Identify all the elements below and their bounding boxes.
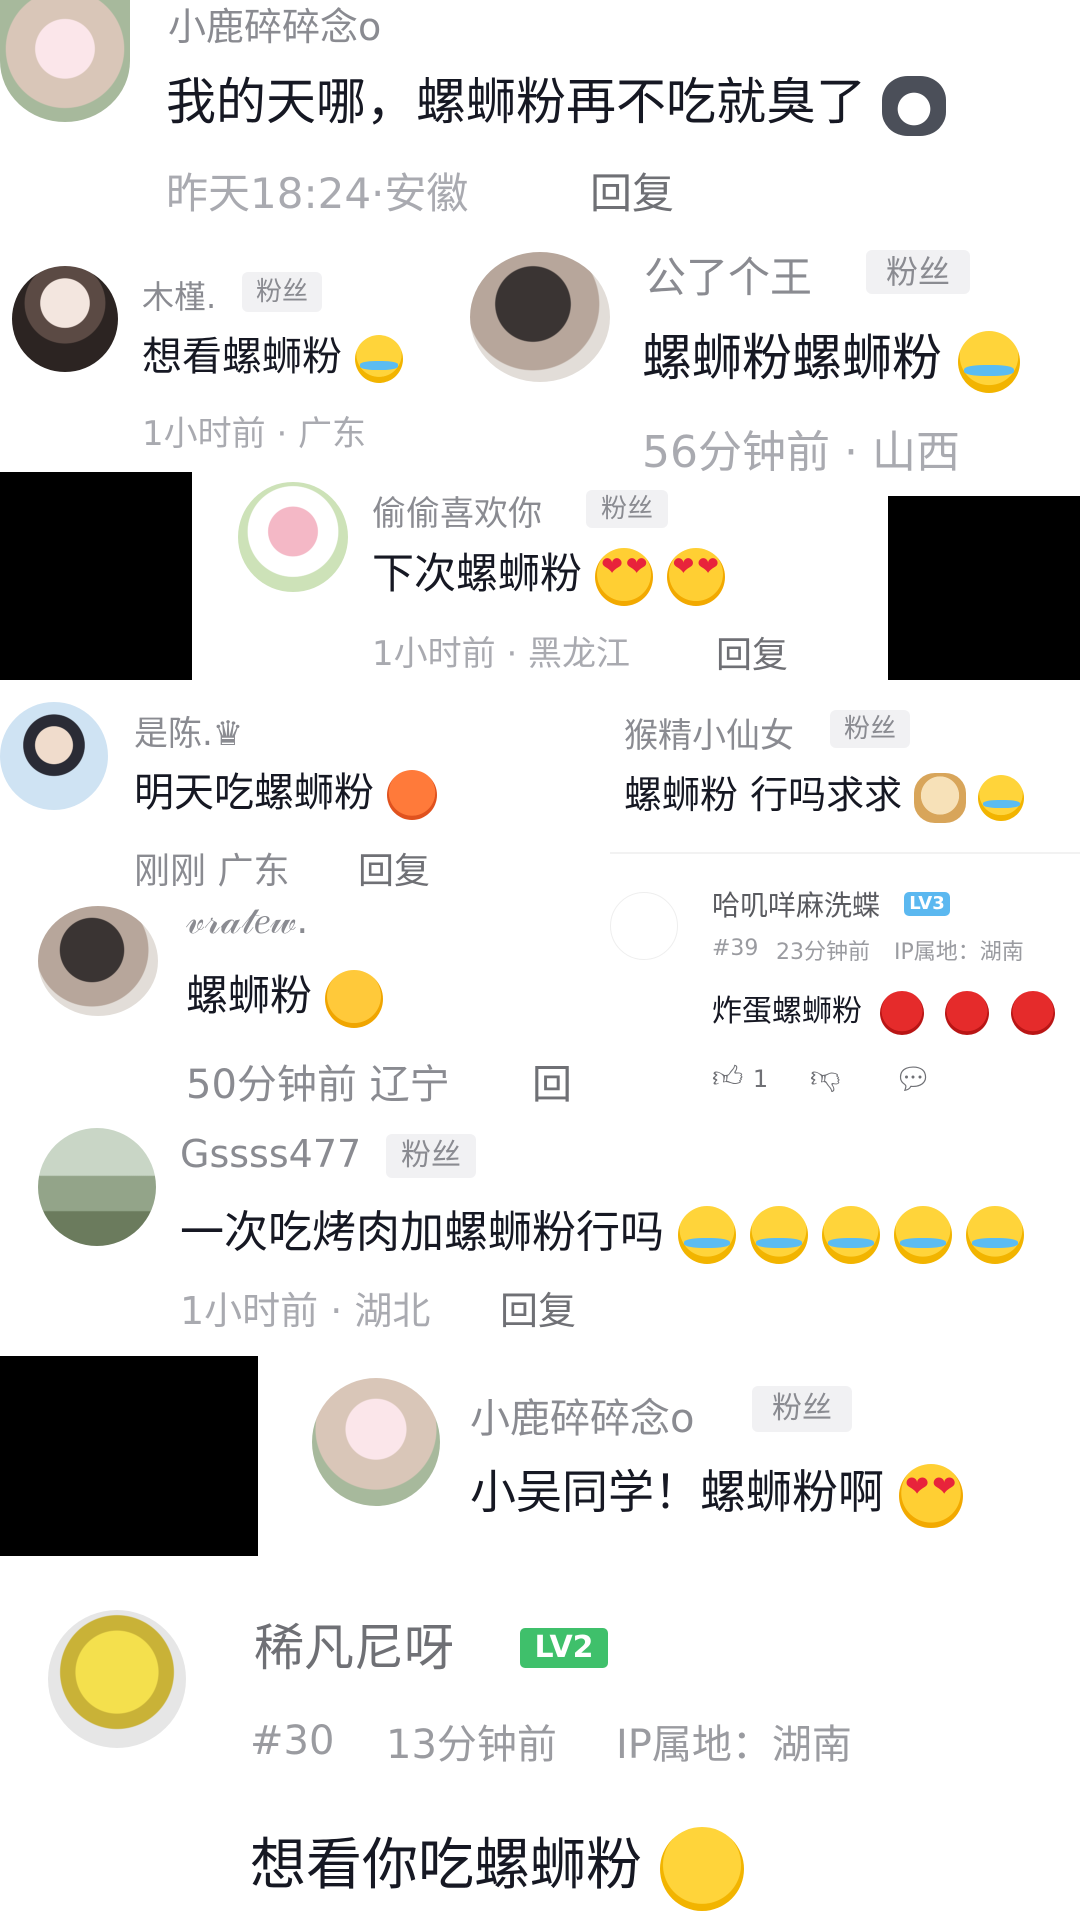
- comment-text: 螺蛳粉螺蛳粉: [642, 318, 1020, 393]
- avatar[interactable]: [610, 892, 678, 960]
- username[interactable]: 公了个王: [644, 244, 812, 305]
- floor-number: #39: [712, 936, 759, 961]
- timestamp: 1小时前 · 黑龙江: [372, 634, 631, 674]
- redaction-block: [0, 472, 192, 680]
- comment-text-content: 明天吃螺蛳粉: [134, 770, 374, 816]
- fan-badge: 粉丝: [586, 490, 668, 528]
- heart-eyes-emoji-icon: [666, 547, 725, 606]
- username[interactable]: 是陈.♛: [134, 706, 243, 755]
- coughing-emoji-icon: [325, 969, 384, 1028]
- avatar[interactable]: [38, 906, 158, 1016]
- avatar[interactable]: [48, 1610, 186, 1748]
- username[interactable]: 猴精小仙女: [624, 708, 794, 757]
- username[interactable]: Gssss477: [180, 1132, 361, 1176]
- timestamp: 56分钟前 · 山西: [642, 427, 960, 478]
- fan-badge: 粉丝: [752, 1386, 852, 1432]
- level-badge: LV2: [520, 1628, 608, 1668]
- username[interactable]: 𝓋𝓇𝒶𝓉𝑒𝓌.: [186, 898, 308, 943]
- comment-text: 炸蛋螺蛳粉: [712, 986, 1055, 1035]
- username[interactable]: 小鹿碎碎念o: [470, 1386, 694, 1444]
- timestamp: 1小时前 · 湖北: [180, 1289, 431, 1333]
- heart-eyes-emoji-icon: [595, 547, 654, 606]
- reply-button[interactable]: 回复: [500, 1280, 576, 1335]
- comment-text: 螺蛳粉 行吗求求: [624, 764, 1025, 823]
- avatar[interactable]: [0, 0, 130, 122]
- comment-text-content: 下次螺蛳粉: [372, 549, 583, 598]
- timestamp: 昨天18:24·安徽: [166, 169, 469, 218]
- crying-emoji-icon: [978, 774, 1025, 821]
- username[interactable]: 哈叽咩麻洗蝶: [712, 884, 880, 924]
- reply-button[interactable]: 回: [532, 1052, 572, 1110]
- like-count: 1: [752, 1065, 769, 1093]
- comment-text-content: 炸蛋螺蛳粉: [712, 994, 862, 1029]
- reply-button[interactable]: 回复: [716, 626, 788, 678]
- timestamp: 50分钟前 辽宁: [186, 1062, 450, 1108]
- comment-text: 想看螺蛳粉: [142, 324, 403, 383]
- username[interactable]: 偷偷喜欢你: [372, 486, 542, 535]
- angry-devil-emoji-icon: [879, 990, 924, 1035]
- comment-text: 我的天哪，螺蛳粉再不吃就臭了: [166, 62, 946, 136]
- fan-badge: 粉丝: [830, 710, 910, 748]
- fan-badge: 粉丝: [386, 1134, 476, 1178]
- comment-text-content: 我的天哪，螺蛳粉再不吃就臭了: [166, 73, 866, 131]
- comment-text-content: 螺蛳粉 行吗求求: [624, 773, 903, 817]
- angry-devil-emoji-icon: [1010, 990, 1055, 1035]
- timestamp: 13分钟前: [386, 1722, 557, 1768]
- reply-button[interactable]: 回复: [590, 160, 674, 221]
- angry-emoji-icon: [386, 770, 437, 820]
- level-badge: LV3: [904, 892, 950, 916]
- comment-text: 一次吃烤肉加螺蛳粉行吗: [180, 1196, 1024, 1264]
- username[interactable]: 木槿.: [142, 272, 216, 318]
- crying-emoji-icon: [750, 1206, 808, 1264]
- reply-button[interactable]: 回复: [358, 842, 430, 894]
- comment-text-content: 一次吃烤肉加螺蛳粉行吗: [180, 1207, 664, 1258]
- redaction-block: [0, 1356, 258, 1556]
- thumb-up-icon: 👍︎: [712, 1060, 744, 1095]
- avatar[interactable]: [312, 1378, 440, 1506]
- fan-badge: 粉丝: [242, 272, 322, 312]
- fan-badge: 粉丝: [866, 250, 970, 294]
- crying-emoji-icon: [894, 1206, 952, 1264]
- floor-number: #30: [250, 1718, 335, 1764]
- avatar[interactable]: [0, 702, 108, 810]
- comment-text-content: 小吴同学！螺蛳粉啊: [470, 1465, 884, 1519]
- angry-devil-emoji-icon: [945, 990, 990, 1035]
- ip-location: IP属地：湖南: [616, 1722, 852, 1768]
- husky-emoji-icon: [881, 75, 946, 136]
- comment-text-content: 想看螺蛳粉: [142, 334, 342, 380]
- comment-text-content: 螺蛳粉螺蛳粉: [642, 329, 942, 387]
- shy-smile-emoji-icon: [659, 1826, 744, 1911]
- avatar[interactable]: [470, 252, 610, 382]
- username[interactable]: 小鹿碎碎念o: [168, 0, 381, 51]
- comment-text: 想看你吃螺蛳粉: [250, 1820, 744, 1911]
- crying-emoji-icon: [354, 335, 403, 383]
- username[interactable]: 稀凡尼呀: [254, 1608, 454, 1680]
- like-button[interactable]: 👍︎ 1: [712, 1060, 768, 1096]
- kissing-heart-emoji-icon: [898, 1463, 963, 1528]
- avatar[interactable]: [12, 266, 118, 372]
- comment-text: 小吴同学！螺蛳粉啊: [470, 1456, 963, 1528]
- timestamp: 1小时前 · 广东: [142, 414, 367, 454]
- comment-bubble-icon[interactable]: 💬︎: [894, 1062, 932, 1097]
- avatar[interactable]: [38, 1128, 156, 1246]
- crying-emoji-icon: [678, 1206, 736, 1264]
- shiba-dog-emoji-icon: [914, 772, 967, 823]
- avatar[interactable]: [238, 482, 348, 592]
- ip-location: IP属地：湖南: [894, 940, 1024, 965]
- redaction-block: [888, 496, 1080, 680]
- comment-text: 下次螺蛳粉: [372, 540, 725, 606]
- crying-emoji-icon: [957, 330, 1020, 393]
- divider: [610, 852, 1080, 854]
- comment-text: 螺蛳粉: [186, 962, 384, 1028]
- timestamp: 刚刚 广东: [134, 851, 290, 892]
- crying-emoji-icon: [966, 1206, 1024, 1264]
- thumb-down-icon[interactable]: 👎︎: [810, 1060, 840, 1096]
- comment-text-content: 想看你吃螺蛳粉: [250, 1833, 642, 1898]
- comment-text-content: 螺蛳粉: [186, 971, 313, 1020]
- crying-emoji-icon: [822, 1206, 880, 1264]
- comment-text: 明天吃螺蛳粉: [134, 760, 437, 820]
- timestamp: 23分钟前: [776, 940, 870, 965]
